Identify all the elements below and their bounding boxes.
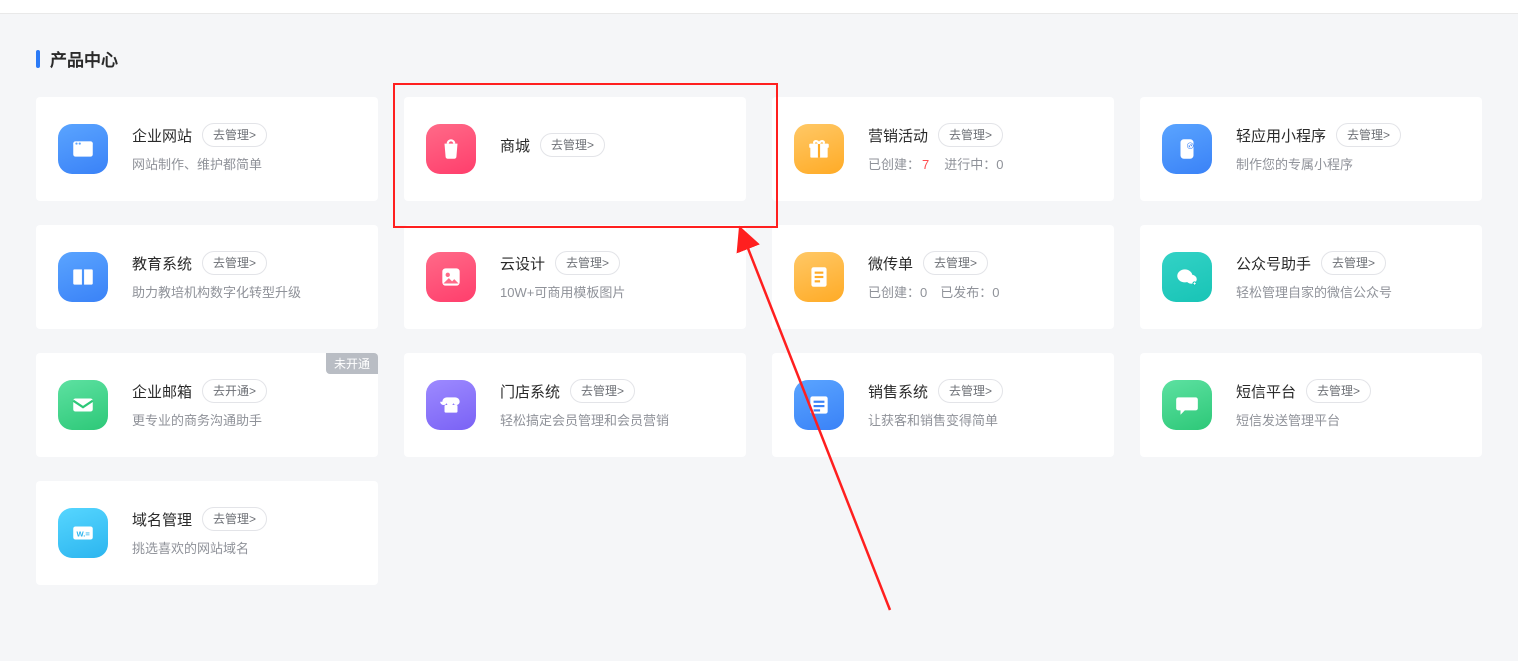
product-card-10[interactable]: 销售系统去管理> 让获客和销售变得简单 xyxy=(772,353,1114,457)
image-icon xyxy=(426,252,476,302)
card-desc: 让获客和销售变得简单 xyxy=(868,411,1092,431)
manage-button[interactable]: 去管理> xyxy=(540,133,605,157)
card-body: 云设计去管理> 10W+可商用模板图片 xyxy=(500,251,724,303)
product-card-4[interactable]: 教育系统去管理> 助力教培机构数字化转型升级 xyxy=(36,225,378,329)
product-card-12[interactable]: 域名管理去管理> 挑选喜欢的网站域名 xyxy=(36,481,378,585)
flyer-icon xyxy=(794,252,844,302)
card-title: 轻应用小程序 xyxy=(1236,125,1326,146)
section-title: 产品中心 xyxy=(36,46,1482,71)
card-title: 门店系统 xyxy=(500,381,560,402)
card-body: 公众号助手去管理> 轻松管理自家的微信公众号 xyxy=(1236,251,1460,303)
list-icon xyxy=(794,380,844,430)
card-title: 销售系统 xyxy=(868,381,928,402)
product-card-9[interactable]: 门店系统去管理> 轻松搞定会员管理和会员营销 xyxy=(404,353,746,457)
product-card-11[interactable]: 短信平台去管理> 短信发送管理平台 xyxy=(1140,353,1482,457)
badge-not-opened: 未开通 xyxy=(326,353,378,374)
bag-icon xyxy=(426,124,476,174)
product-card-6[interactable]: 微传单去管理> 已创建：0 已发布：0 xyxy=(772,225,1114,329)
card-title: 微传单 xyxy=(868,253,913,274)
manage-button[interactable]: 去管理> xyxy=(202,507,267,531)
product-card-3[interactable]: 轻应用小程序去管理> 制作您的专属小程序 xyxy=(1140,97,1482,201)
card-desc: 轻松管理自家的微信公众号 xyxy=(1236,283,1460,303)
window-icon xyxy=(58,124,108,174)
store-icon xyxy=(426,380,476,430)
manage-button[interactable]: 去管理> xyxy=(938,123,1003,147)
card-title: 域名管理 xyxy=(132,509,192,530)
manage-button[interactable]: 去管理> xyxy=(938,379,1003,403)
manage-button[interactable]: 去管理> xyxy=(1336,123,1401,147)
card-body: 轻应用小程序去管理> 制作您的专属小程序 xyxy=(1236,123,1460,175)
card-title: 商城 xyxy=(500,135,530,156)
wechat-icon xyxy=(1162,252,1212,302)
card-title: 公众号助手 xyxy=(1236,253,1311,274)
card-title: 教育系统 xyxy=(132,253,192,274)
product-card-2[interactable]: 营销活动去管理> 已创建：7 进行中：0 xyxy=(772,97,1114,201)
manage-button[interactable]: 去管理> xyxy=(202,251,267,275)
domain-icon xyxy=(58,508,108,558)
card-body: 域名管理去管理> 挑选喜欢的网站域名 xyxy=(132,507,356,559)
sms-icon xyxy=(1162,380,1212,430)
mail-icon xyxy=(58,380,108,430)
card-title: 营销活动 xyxy=(868,125,928,146)
card-body: 企业邮箱去开通> 更专业的商务沟通助手 xyxy=(132,379,356,431)
product-card-8[interactable]: 企业邮箱去开通> 更专业的商务沟通助手 未开通 xyxy=(36,353,378,457)
product-card-5[interactable]: 云设计去管理> 10W+可商用模板图片 xyxy=(404,225,746,329)
card-title: 企业网站 xyxy=(132,125,192,146)
card-body: 门店系统去管理> 轻松搞定会员管理和会员营销 xyxy=(500,379,724,431)
book-icon xyxy=(58,252,108,302)
card-desc: 已创建：7 进行中：0 xyxy=(868,155,1092,175)
card-desc: 更专业的商务沟通助手 xyxy=(132,411,356,431)
product-card-0[interactable]: 企业网站去管理> 网站制作、维护都简单 xyxy=(36,97,378,201)
card-desc: 10W+可商用模板图片 xyxy=(500,283,724,303)
top-divider xyxy=(0,0,1518,14)
card-body: 商城去管理> xyxy=(500,133,724,165)
card-body: 销售系统去管理> 让获客和销售变得简单 xyxy=(868,379,1092,431)
card-body: 微传单去管理> 已创建：0 已发布：0 xyxy=(868,251,1092,303)
card-desc: 挑选喜欢的网站域名 xyxy=(132,539,356,559)
card-body: 企业网站去管理> 网站制作、维护都简单 xyxy=(132,123,356,175)
manage-button[interactable]: 去管理> xyxy=(1321,251,1386,275)
product-card-7[interactable]: 公众号助手去管理> 轻松管理自家的微信公众号 xyxy=(1140,225,1482,329)
manage-button[interactable]: 去管理> xyxy=(555,251,620,275)
card-body: 教育系统去管理> 助力教培机构数字化转型升级 xyxy=(132,251,356,303)
card-desc: 助力教培机构数字化转型升级 xyxy=(132,283,356,303)
card-body: 营销活动去管理> 已创建：7 进行中：0 xyxy=(868,123,1092,175)
manage-button[interactable]: 去管理> xyxy=(1306,379,1371,403)
card-title: 云设计 xyxy=(500,253,545,274)
miniapp-icon xyxy=(1162,124,1212,174)
open-button[interactable]: 去开通> xyxy=(202,379,267,403)
card-desc: 短信发送管理平台 xyxy=(1236,411,1460,431)
count-red: 7 xyxy=(922,157,929,172)
product-grid: 企业网站去管理>网站制作、维护都简单商城去管理>营销活动去管理>已创建：7 进行… xyxy=(36,97,1482,585)
card-body: 短信平台去管理> 短信发送管理平台 xyxy=(1236,379,1460,431)
manage-button[interactable]: 去管理> xyxy=(570,379,635,403)
card-desc: 制作您的专属小程序 xyxy=(1236,155,1460,175)
manage-button[interactable]: 去管理> xyxy=(923,251,988,275)
card-title: 短信平台 xyxy=(1236,381,1296,402)
card-desc: 已创建：0 已发布：0 xyxy=(868,283,1092,303)
card-desc: 轻松搞定会员管理和会员营销 xyxy=(500,411,724,431)
card-desc: 网站制作、维护都简单 xyxy=(132,155,356,175)
gift-icon xyxy=(794,124,844,174)
product-card-1[interactable]: 商城去管理> xyxy=(404,97,746,201)
card-title: 企业邮箱 xyxy=(132,381,192,402)
manage-button[interactable]: 去管理> xyxy=(202,123,267,147)
